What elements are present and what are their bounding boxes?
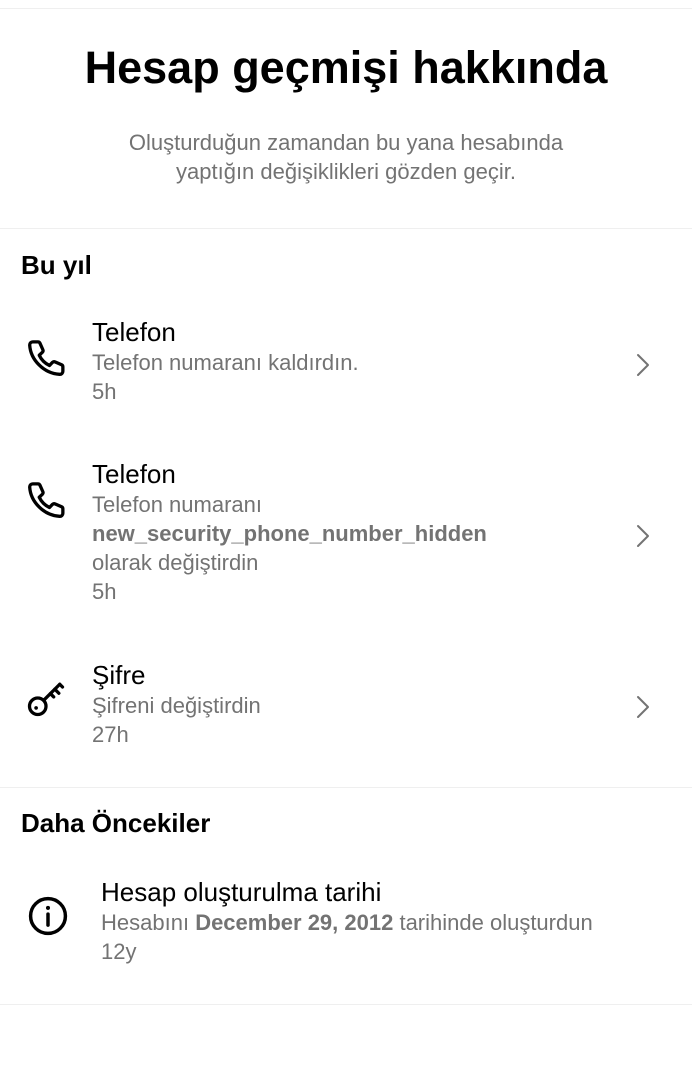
history-item-title: Telefon [92,317,176,347]
phone-icon [24,336,68,380]
chevron-right-icon [632,521,654,551]
history-item-title: Hesap oluşturulma tarihi [101,877,382,907]
history-item-password-changed[interactable]: Şifre Şifreni değiştirdin 27h [0,659,692,769]
history-item-time: 12y [101,939,137,964]
chevron-right-icon [632,350,654,380]
history-item-text: Telefon Telefon numaranı kaldırdın. 5h [92,316,602,406]
history-item-account-created: Hesap oluşturulma tarihi Hesabını Decemb… [0,876,692,976]
phone-icon [24,478,68,522]
page-header: Hesap geçmişi hakkında Oluşturduğun zama… [0,0,692,228]
history-item-description: Telefon numaranı kaldırdın. [92,350,359,375]
history-item-phone-removed[interactable]: Telefon Telefon numaranı kaldırdın. 5h [0,316,692,426]
section-heading-earlier: Daha Öncekiler [21,808,211,838]
history-item-time: 5h [92,579,117,604]
section-heading-this-year: Bu yıl [21,250,92,280]
page-subtitle: Oluşturduğun zamandan bu yana hesabında … [128,130,564,184]
key-icon [24,676,68,720]
history-item-phone-changed[interactable]: Telefon Telefon numaranı new_security_ph… [0,458,692,618]
history-item-description-value: new_security_phone_number_hidden [92,521,487,546]
history-item-date: December 29, 2012 [195,910,394,935]
history-item-description: Şifreni değiştirdin [92,693,261,718]
history-item-title: Şifre [92,660,146,690]
history-item-time: 27h [92,722,129,747]
history-item-description-suffix: tarihinde oluşturdun [399,910,593,935]
section-divider [0,787,692,788]
history-item-description-prefix: Telefon numaranı [92,492,262,517]
page-title: Hesap geçmişi hakkında [84,42,608,93]
history-item-title: Telefon [92,459,176,489]
header-divider [0,228,692,229]
history-item-time: 5h [92,379,117,404]
history-item-text: Şifre Şifreni değiştirdin 27h [92,659,602,749]
history-item-description-prefix: Hesabını [101,910,190,935]
info-icon [26,894,70,938]
history-item-text: Hesap oluşturulma tarihi Hesabını Decemb… [101,876,672,966]
history-item-text: Telefon Telefon numaranı new_security_ph… [92,458,602,606]
chevron-right-icon [632,692,654,722]
history-item-description-suffix: olarak değiştirdin [92,550,259,575]
bottom-divider [0,1004,692,1005]
